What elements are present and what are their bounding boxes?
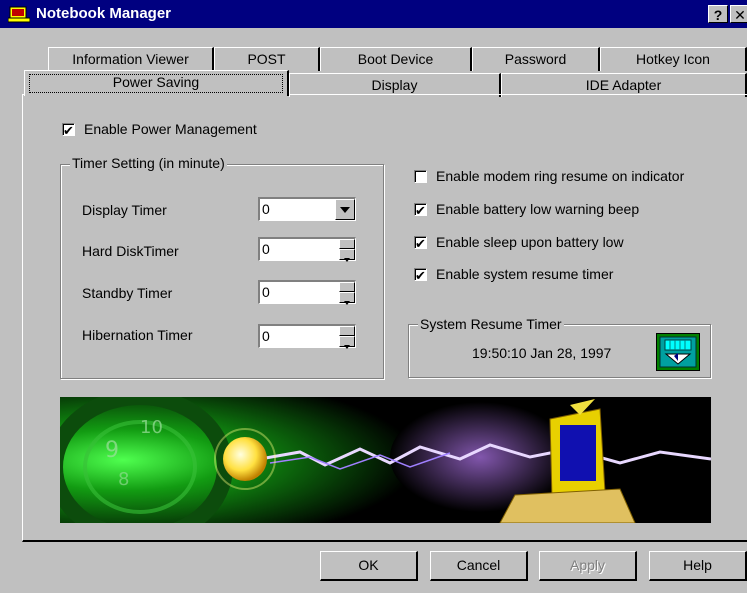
svg-text:8: 8 <box>118 469 129 490</box>
chevron-down-icon <box>340 207 350 213</box>
tab-information-viewer[interactable]: Information Viewer <box>48 47 214 71</box>
standby-timer-up-button[interactable] <box>339 282 355 296</box>
window-title: Notebook Manager <box>36 5 172 22</box>
help-title-button[interactable]: ? <box>708 5 728 23</box>
standby-timer-label: Standby Timer <box>82 285 173 301</box>
svg-text:10: 10 <box>140 417 163 438</box>
spin-down-icon <box>344 258 350 262</box>
system-resume-timer-group-title: System Resume Timer <box>418 316 564 332</box>
hard-disk-timer-label: Hard DiskTimer <box>82 243 179 259</box>
hibernation-timer-down-button[interactable] <box>339 336 355 349</box>
display-timer-label: Display Timer <box>82 202 167 218</box>
spin-down-icon <box>344 301 350 305</box>
tab-power-saving[interactable]: Power Saving <box>24 70 289 96</box>
tab-boot-device[interactable]: Boot Device <box>320 47 472 71</box>
system-resume-timer-checkbox[interactable]: ✔ <box>414 268 427 282</box>
modem-ring-resume-label: Enable modem ring resume on indicator <box>436 168 685 184</box>
hard-disk-timer-up-button[interactable] <box>339 239 355 253</box>
display-timer-dropdown-button[interactable] <box>335 199 355 220</box>
hard-disk-timer-value: 0 <box>262 241 270 257</box>
tab-password[interactable]: Password <box>472 47 600 71</box>
tab-hotkey-icon[interactable]: Hotkey Icon <box>600 47 747 71</box>
sleep-battery-low-label: Enable sleep upon battery low <box>436 234 624 250</box>
notebook-app-icon <box>8 6 30 23</box>
sleep-battery-low-checkbox[interactable]: ✔ <box>414 236 427 250</box>
modem-ring-resume-checkbox[interactable] <box>414 170 427 183</box>
hibernation-timer-label: Hibernation Timer <box>82 327 193 343</box>
hibernation-timer-up-button[interactable] <box>339 326 355 340</box>
enable-power-management-checkbox[interactable]: ✔ <box>62 123 75 137</box>
spin-down-icon <box>344 345 350 349</box>
ok-button[interactable]: OK <box>320 551 418 581</box>
hibernation-timer-spinner[interactable]: 0 <box>258 324 356 349</box>
hibernation-timer-value: 0 <box>262 328 270 344</box>
standby-timer-spinner[interactable]: 0 <box>258 280 356 305</box>
timer-setting-group-title: Timer Setting (in minute) <box>70 155 227 171</box>
system-resume-timer-label: Enable system resume timer <box>436 266 614 282</box>
cancel-button[interactable]: Cancel <box>430 551 528 581</box>
hard-disk-timer-down-button[interactable] <box>339 249 355 262</box>
battery-low-beep-label: Enable battery low warning beep <box>436 201 640 217</box>
enable-power-management-label: Enable Power Management <box>84 121 257 137</box>
standby-timer-value: 0 <box>262 284 270 300</box>
power-saving-banner-image: 9 10 8 <box>60 397 711 523</box>
display-timer-value: 0 <box>262 201 270 217</box>
calendar-clock-icon[interactable] <box>656 333 700 371</box>
standby-timer-down-button[interactable] <box>339 292 355 305</box>
resume-timer-value: 19:50:10 Jan 28, 1997 <box>472 345 612 361</box>
title-bar[interactable]: Notebook Manager ? ✕ <box>0 0 747 28</box>
svg-text:9: 9 <box>105 438 119 463</box>
tab-post[interactable]: POST <box>214 47 320 71</box>
hard-disk-timer-spinner[interactable]: 0 <box>258 237 356 262</box>
battery-low-beep-checkbox[interactable]: ✔ <box>414 203 427 217</box>
close-title-button[interactable]: ✕ <box>730 5 747 23</box>
apply-button[interactable]: Apply <box>539 551 637 581</box>
display-timer-dropdown[interactable]: 0 <box>258 197 356 221</box>
tab-power-saving-label: Power Saving <box>112 74 200 90</box>
help-button[interactable]: Help <box>649 551 747 581</box>
